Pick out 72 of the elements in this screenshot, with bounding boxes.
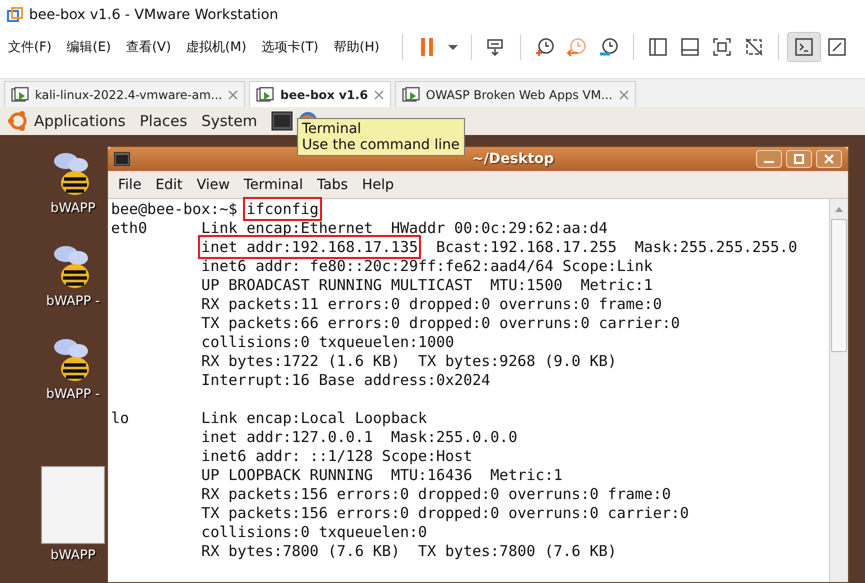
- tab-label: kali-linux-2022.4-vmware-am...: [35, 88, 222, 102]
- terminal-text: inet6 addr: ::1/128 Scope:Host: [201, 447, 472, 465]
- icon-label: bWAPP -: [46, 294, 100, 309]
- menu-item[interactable]: 选项卡(T): [261, 38, 318, 56]
- terminal-text: UP LOOPBACK RUNNING MTU:16436 Metric:1: [201, 466, 563, 484]
- close-icon[interactable]: [374, 90, 384, 100]
- clock-revert-icon: [566, 36, 588, 58]
- bottom-panel-icon: [679, 36, 702, 58]
- icon-label: bWAPP -: [46, 387, 100, 402]
- terminal-text: collisions:0 txqueuelen:1000: [201, 333, 454, 351]
- panel-menu[interactable]: Places: [140, 112, 188, 130]
- caret-icon: [448, 44, 458, 50]
- vm-tab[interactable]: kali-linux-2022.4-vmware-am...: [4, 81, 246, 107]
- minimize-icon[interactable]: [756, 150, 782, 168]
- menu-item[interactable]: Tabs: [316, 176, 348, 192]
- terminal-text: TX packets:66 errors:0 dropped:0 overruns:0 carrier:0: [201, 314, 680, 332]
- menu-item[interactable]: View: [196, 176, 230, 192]
- terminal-title: ~/Desktop: [472, 151, 554, 167]
- menu-item[interactable]: Edit: [155, 176, 183, 192]
- scroll-thumb[interactable]: [831, 219, 847, 352]
- menu-item[interactable]: 查看(V): [126, 38, 172, 56]
- terminal-text: RX packets:156 errors:0 dropped:0 overruns:0 frame:0: [201, 485, 671, 503]
- interface-name: lo: [111, 409, 130, 427]
- window-title: bee-box v1.6 - VMware Workstation: [29, 7, 278, 23]
- terminal-text: bee@bee-box:~$: [111, 200, 238, 218]
- menu-item[interactable]: Terminal: [244, 176, 303, 192]
- terminal-text: inet6 addr: fe80::20c:29ff:fe62:aad4/64 Scope:Link: [201, 257, 653, 275]
- terminal-text: Interrupt:16 Base address:0x2024: [201, 371, 490, 389]
- tooltip-text: Use the command line: [302, 137, 460, 153]
- menu-item[interactable]: 虚拟机(M): [186, 38, 246, 56]
- terminal-launcher-icon[interactable]: [271, 111, 294, 131]
- close-icon[interactable]: [618, 90, 629, 100]
- menu-item[interactable]: File: [118, 176, 142, 192]
- vm-tab[interactable]: OWASP Broken Web Apps VM...: [394, 81, 636, 107]
- sidebar-layout-icon: [647, 36, 670, 58]
- terminal-text: collisions:0 txqueuelen:0: [201, 523, 428, 541]
- menu-item[interactable]: Help: [362, 176, 394, 192]
- terminal-text: TX packets:156 errors:0 dropped:0 overruns:0 carrier:0: [201, 504, 689, 522]
- terminal-text: Bcast:192.168.17.255 Mask:255.255.255.0: [435, 238, 798, 256]
- clock-plus-icon: [534, 36, 556, 58]
- menu-item[interactable]: 文件(F): [8, 38, 52, 56]
- menu-item[interactable]: 帮助(H): [334, 38, 380, 56]
- vm-tab[interactable]: bee-box v1.6: [249, 81, 391, 107]
- panel-menu[interactable]: System: [201, 112, 258, 130]
- icon-label: bWAPP: [50, 201, 96, 216]
- tab-label: bee-box v1.6: [280, 88, 368, 102]
- highlighted-text: inet addr:192.168.17.135: [201, 238, 418, 256]
- menu-item[interactable]: 编辑(E): [66, 38, 111, 56]
- tooltip-title: Terminal: [302, 121, 362, 137]
- panel-menu[interactable]: Applications: [34, 112, 126, 130]
- terminal-text: Link encap:Ethernet HWaddr 00:0c:29:62:aa:d4: [201, 219, 608, 237]
- vm-play-icon: [11, 86, 29, 102]
- icon-label: bWAPP: [50, 548, 96, 563]
- maximize-icon[interactable]: [786, 150, 812, 168]
- highlighted-text: ifconfig: [246, 200, 319, 218]
- tab-label: OWASP Broken Web Apps VM...: [426, 88, 613, 102]
- close-icon[interactable]: [228, 90, 238, 100]
- toolbar-button[interactable]: [787, 32, 822, 62]
- terminal-text: inet addr:127.0.0.1 Mask:255.0.0.0: [201, 428, 518, 446]
- terminal-text: RX packets:11 errors:0 dropped:0 overruns:0 frame:0: [201, 295, 662, 313]
- terminal-icon: [114, 152, 130, 166]
- scrollbar[interactable]: [829, 199, 848, 582]
- terminal-text: RX bytes:7800 (7.6 KB) TX bytes:7800 (7.6 KB): [201, 542, 617, 560]
- terminal-text: UP BROADCAST RUNNING MULTICAST MTU:1500 Metric:1: [201, 276, 653, 294]
- console-icon: [793, 36, 816, 58]
- vm-play-icon: [402, 86, 420, 102]
- app-logo-icon: [7, 7, 23, 23]
- vm-play-icon: [256, 86, 274, 102]
- fullscreen-icon: [711, 36, 734, 58]
- terminal-text: RX bytes:1722 (1.6 KB) TX bytes:9268 (9.0 KB): [201, 352, 617, 370]
- terminal-text: Link encap:Local Loopback: [201, 409, 428, 427]
- interface-name: eth0: [111, 219, 148, 237]
